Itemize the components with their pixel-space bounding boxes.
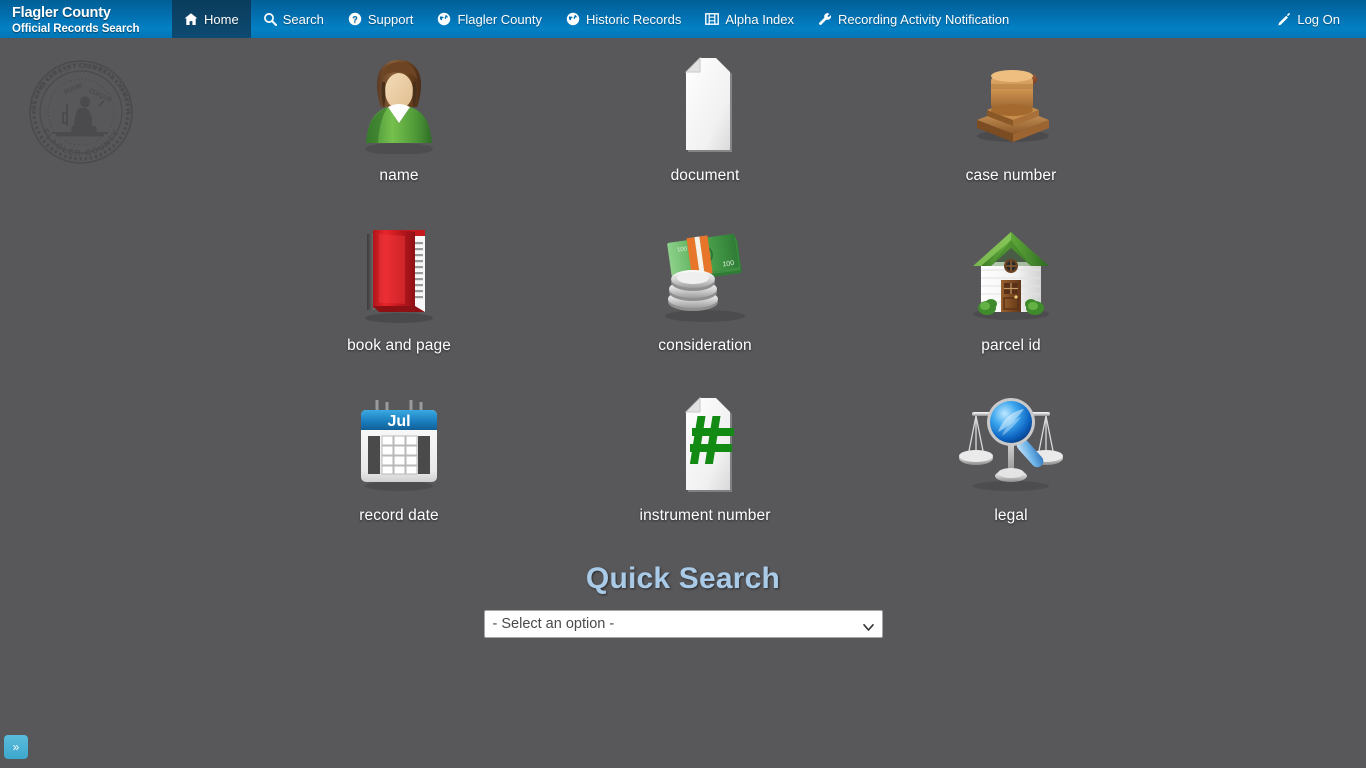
tile-label-parcel-id: parcel id [981, 337, 1041, 354]
person-icon [344, 50, 454, 158]
quick-search-title: Quick Search [585, 562, 781, 595]
tile-label-instrument-number: instrument number [639, 507, 771, 524]
scales-magnifier-icon [956, 390, 1066, 498]
calendar-month-text: Jul [387, 413, 410, 430]
nav-item-support[interactable]: ? Support [336, 0, 426, 38]
nav-item-alpha-index[interactable]: Alpha Index [693, 0, 806, 38]
tile-label-name: name [379, 167, 419, 184]
document-icon [650, 50, 760, 158]
tile-instrument-number[interactable]: instrument number [552, 388, 858, 558]
nav-label-historic-records: Historic Records [585, 11, 682, 27]
book-icon [344, 220, 454, 328]
brand-block[interactable]: Flagler County Official Records Search [0, 0, 172, 38]
sidebar-expand-toggle[interactable]: » [4, 735, 28, 759]
nav-label-recording-activity-notification: Recording Activity Notification [838, 11, 1010, 27]
pencil-icon [1277, 12, 1291, 26]
nav-item-recording-activity-notification[interactable]: Recording Activity Notification [806, 0, 1021, 38]
quick-search-select[interactable]: - Select an option - [483, 610, 883, 638]
question-circle-icon: ? [348, 12, 362, 26]
nav-label-alpha-index: Alpha Index [725, 11, 795, 27]
wrench-icon [818, 12, 832, 26]
nav-label-support: Support [367, 11, 414, 27]
nav-label-home: Home [204, 11, 239, 27]
calendar-icon: Jul [344, 390, 454, 498]
table-icon [705, 12, 720, 26]
tile-legal[interactable]: legal [858, 388, 1164, 558]
hash-document-icon [650, 390, 760, 498]
tile-book-and-page[interactable]: book and page [246, 218, 552, 388]
nav-item-log-on[interactable]: Log On [1265, 0, 1352, 38]
home-icon [184, 12, 198, 26]
tile-label-consideration: consideration [658, 337, 752, 354]
tile-parcel-id[interactable]: parcel id [858, 218, 1164, 388]
search-icon [263, 12, 277, 26]
search-options-grid: name document case number book and page … [0, 48, 1366, 558]
tile-label-case-number: case number [965, 167, 1057, 184]
tile-name[interactable]: name [246, 48, 552, 218]
brand-title: Flagler County [12, 5, 111, 22]
tile-document[interactable]: document [552, 48, 858, 218]
tile-label-document: document [670, 167, 740, 184]
tile-case-number[interactable]: case number [858, 48, 1164, 218]
top-navigation-bar: Flagler County Official Records Search H… [0, 0, 1366, 38]
house-icon [956, 220, 1066, 328]
logon-area: Log On [1265, 0, 1366, 38]
brand-subtitle: Official Records Search [12, 22, 140, 35]
globe-icon [437, 12, 451, 26]
nav-item-home[interactable]: Home [172, 0, 251, 38]
tile-label-book-and-page: book and page [347, 337, 451, 354]
nav-item-historic-records[interactable]: Historic Records [554, 0, 693, 38]
tile-consideration[interactable]: 100 100 consideration [552, 218, 858, 388]
nav-item-search[interactable]: Search [251, 0, 336, 38]
nav-label-flagler-county: Flagler County [457, 11, 542, 27]
quick-search-select-wrap: - Select an option - [483, 610, 883, 638]
gavel-icon [956, 50, 1066, 158]
nav-label-search: Search [282, 11, 324, 27]
tile-label-legal: legal [994, 507, 1028, 524]
tile-record-date[interactable]: Jul record date [246, 388, 552, 558]
nav-items: Home Search ? Support Flagler County His… [172, 0, 1021, 38]
quick-search-section: Quick Search - Select an option - [0, 562, 1366, 638]
nav-item-flagler-county[interactable]: Flagler County [425, 0, 554, 38]
nav-label-log-on: Log On [1297, 11, 1340, 27]
globe-icon [566, 12, 580, 26]
money-icon: 100 100 [650, 220, 760, 328]
svg-text:?: ? [352, 14, 358, 24]
tile-label-record-date: record date [359, 507, 439, 524]
